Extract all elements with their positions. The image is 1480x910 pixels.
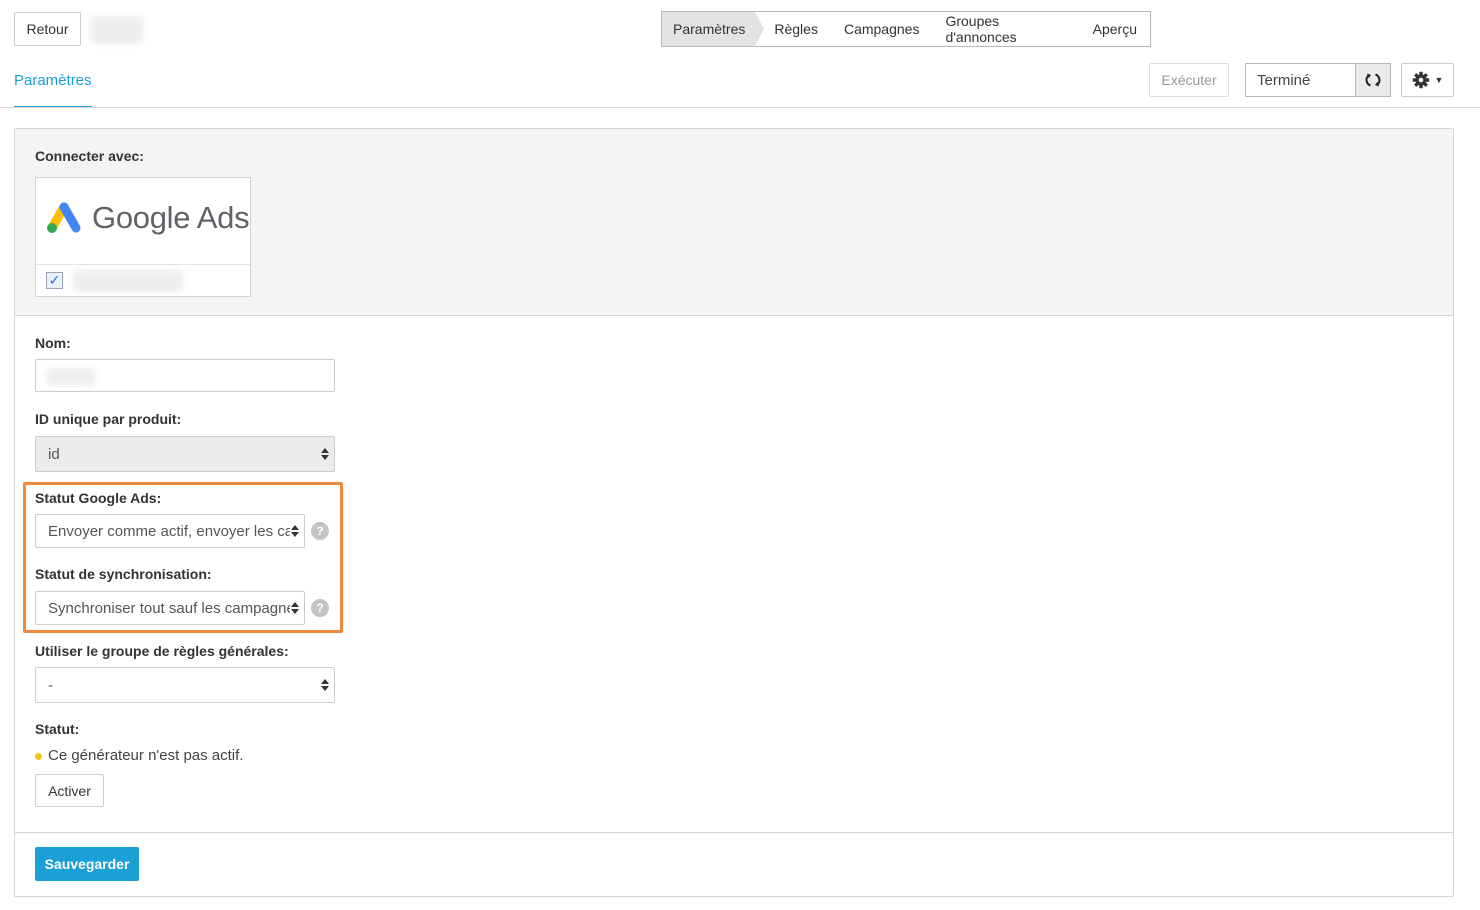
help-icon[interactable]: ? xyxy=(311,522,329,540)
ads-status-label: Statut Google Ads: xyxy=(35,490,162,506)
select-caret-icon xyxy=(321,448,329,461)
select-caret-icon xyxy=(321,679,329,692)
gear-icon xyxy=(1412,71,1429,89)
select-caret-icon xyxy=(291,525,299,538)
back-button[interactable]: Retour xyxy=(14,12,81,46)
chevron-down-icon: ▼ xyxy=(1434,75,1444,85)
google-ads-logo-icon xyxy=(47,202,81,233)
help-icon[interactable]: ? xyxy=(311,599,329,617)
run-status-text: Terminé xyxy=(1257,71,1311,89)
blurred-title xyxy=(90,16,144,44)
sync-status-label: Statut de synchronisation: xyxy=(35,566,212,582)
run-button[interactable]: Exécuter xyxy=(1149,63,1229,97)
header-divider xyxy=(0,107,1480,108)
status-label: Statut: xyxy=(35,721,80,737)
refresh-icon xyxy=(1365,73,1381,87)
inactive-status-dot xyxy=(35,753,42,760)
status-text: Ce générateur n'est pas actif. xyxy=(48,747,244,764)
ads-status-select[interactable]: Envoyer comme actif, envoyer les campagn… xyxy=(35,514,305,548)
rules-group-value: - xyxy=(48,676,53,694)
account-checkbox[interactable]: ✓ xyxy=(46,272,63,289)
step-parametres[interactable]: Paramètres xyxy=(662,12,765,46)
step-breadcrumb: Paramètres Règles Campagnes Groupes d'an… xyxy=(661,11,1151,47)
blurred-account-name xyxy=(72,270,184,292)
step-apercu[interactable]: Aperçu xyxy=(1080,12,1150,46)
unique-id-select[interactable]: id xyxy=(35,436,335,472)
sync-status-value: Synchroniser tout sauf les campagnes xyxy=(48,599,290,617)
card-divider xyxy=(36,264,250,265)
step-groupes-annonces[interactable]: Groupes d'annonces xyxy=(932,12,1079,46)
blurred-name-value xyxy=(46,368,96,386)
ads-status-value: Envoyer comme actif, envoyer les campagn… xyxy=(48,522,290,540)
connect-label: Connecter avec: xyxy=(35,148,144,164)
activate-button[interactable]: Activer xyxy=(35,774,104,807)
name-input[interactable] xyxy=(35,359,335,392)
rules-group-label: Utiliser le groupe de règles générales: xyxy=(35,643,289,659)
footer-divider xyxy=(15,832,1453,833)
run-status-select[interactable]: Terminé xyxy=(1245,63,1391,97)
step-campagnes[interactable]: Campagnes xyxy=(831,12,933,46)
save-button[interactable]: Sauvegarder xyxy=(35,847,139,881)
rules-group-select[interactable]: - xyxy=(35,667,335,703)
unique-id-value: id xyxy=(48,445,60,463)
select-caret-icon xyxy=(291,602,299,615)
google-ads-card[interactable]: Google Ads ✓ xyxy=(35,177,251,297)
name-label: Nom: xyxy=(35,335,71,351)
step-regles[interactable]: Règles xyxy=(755,12,831,46)
settings-button[interactable]: ▼ xyxy=(1401,63,1454,97)
tab-parametres[interactable]: Paramètres xyxy=(14,62,92,108)
unique-id-label: ID unique par produit: xyxy=(35,411,182,427)
google-ads-wordmark: Google Ads xyxy=(92,200,250,235)
refresh-button[interactable] xyxy=(1355,64,1390,96)
sync-status-select[interactable]: Synchroniser tout sauf les campagnes xyxy=(35,591,305,625)
